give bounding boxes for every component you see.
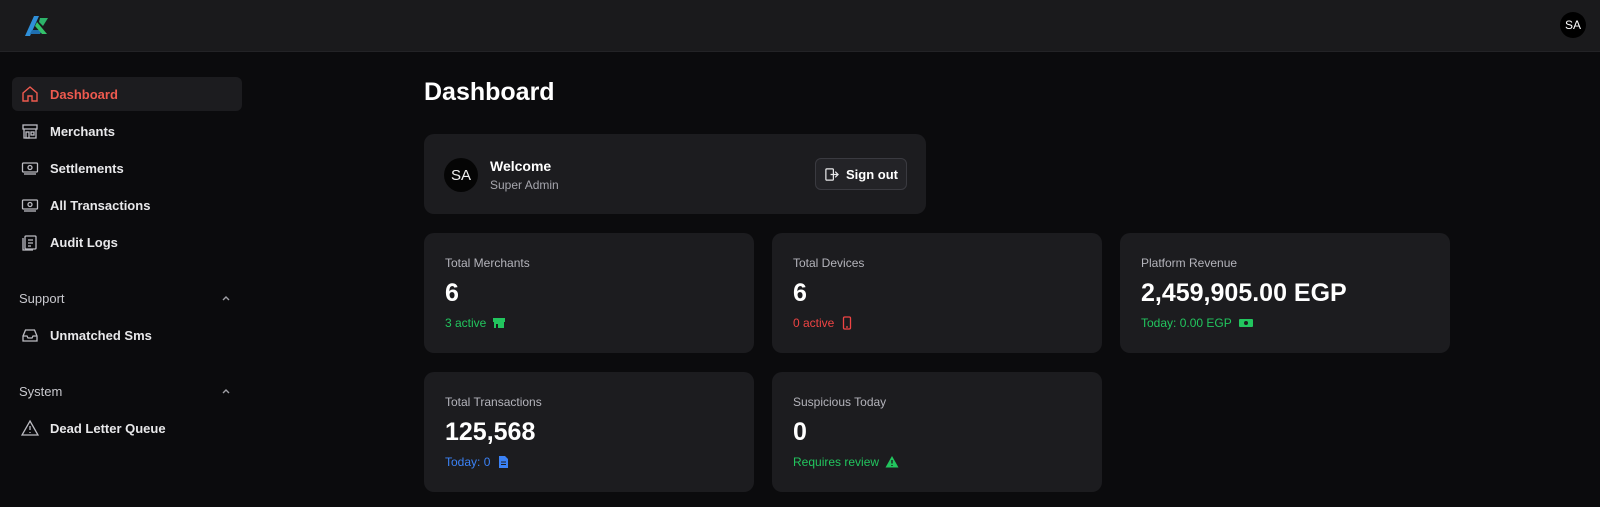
sign-out-icon <box>825 167 839 181</box>
stat-subtext-label: 3 active <box>445 316 487 330</box>
banknote-icon <box>21 196 39 214</box>
logo-icon[interactable] <box>22 12 50 40</box>
sidebar-item-dashboard[interactable]: Dashboard <box>12 77 242 111</box>
clipboard-icon <box>21 233 39 251</box>
section-system[interactable]: System <box>12 377 242 405</box>
sidebar-item-label: Settlements <box>50 160 124 176</box>
sign-out-label: Sign out <box>846 166 898 182</box>
sidebar-item-label: Dashboard <box>50 86 118 102</box>
avatar: SA <box>444 158 478 192</box>
stat-label: Total Devices <box>793 256 865 270</box>
user-role: Super Admin <box>490 178 559 192</box>
banknote-icon <box>1238 319 1253 327</box>
inbox-icon <box>21 326 39 344</box>
page-title: Dashboard <box>424 78 555 106</box>
welcome-title: Welcome <box>490 158 552 174</box>
sidebar-item-all-transactions[interactable]: All Transactions <box>12 188 242 222</box>
document-icon <box>499 456 509 468</box>
sidebar-item-label: Merchants <box>50 123 116 139</box>
stat-card-total-transactions: Total Transactions 125,568 Today: 0 <box>424 372 754 492</box>
sidebar-item-dead-letter-queue[interactable]: Dead Letter Queue <box>12 411 242 445</box>
stat-value: 2,459,905.00 EGP <box>1141 279 1347 307</box>
stat-subtext: Requires review <box>793 455 899 469</box>
sidebar-item-audit-logs[interactable]: Audit Logs <box>12 225 242 259</box>
stat-card-total-merchants: Total Merchants 6 3 active <box>424 233 754 353</box>
stat-subtext: 3 active <box>445 316 506 330</box>
stat-subtext: Today: 0 <box>445 455 510 469</box>
stat-card-total-devices: Total Devices 6 0 active <box>772 233 1102 353</box>
warning-icon <box>21 419 39 437</box>
stat-subtext: 0 active <box>793 316 854 330</box>
section-title: Support <box>19 290 65 306</box>
sidebar-item-label: Unmatched Sms <box>50 327 152 343</box>
banknote-icon <box>21 159 39 177</box>
stat-subtext-label: 0 active <box>793 316 835 330</box>
stat-value: 125,568 <box>445 418 536 446</box>
home-icon <box>21 85 39 103</box>
warning-icon <box>885 456 899 468</box>
chevron-up-icon <box>222 296 230 301</box>
stat-subtext-label: Today: 0.00 EGP <box>1141 316 1232 330</box>
stat-label: Suspicious Today <box>793 395 887 409</box>
stat-label: Total Transactions <box>445 395 542 409</box>
stat-value: 6 <box>793 279 807 307</box>
section-title: System <box>19 383 63 399</box>
stat-value: 0 <box>793 418 807 446</box>
sidebar-item-label: Dead Letter Queue <box>50 420 166 436</box>
stat-card-suspicious-today: Suspicious Today 0 Requires review <box>772 372 1102 492</box>
stat-value: 6 <box>445 279 459 307</box>
sidebar-item-merchants[interactable]: Merchants <box>12 114 242 148</box>
section-support[interactable]: Support <box>12 284 242 312</box>
welcome-card: SA Welcome Super Admin Sign out <box>424 134 926 214</box>
sign-out-button[interactable]: Sign out <box>815 158 907 190</box>
stat-card-platform-revenue: Platform Revenue 2,459,905.00 EGP Today:… <box>1120 233 1450 353</box>
stat-subtext: Today: 0.00 EGP <box>1141 316 1254 330</box>
phone-icon <box>843 316 852 330</box>
top-bar: SA <box>0 0 1600 52</box>
stat-subtext-label: Requires review <box>793 455 880 469</box>
stat-label: Platform Revenue <box>1141 256 1238 270</box>
store-icon <box>493 318 506 328</box>
chevron-up-icon <box>222 389 230 394</box>
sidebar-item-settlements[interactable]: Settlements <box>12 151 242 185</box>
store-icon <box>21 122 39 140</box>
sidebar-item-label: All Transactions <box>50 197 151 213</box>
sidebar-item-label: Audit Logs <box>50 234 118 250</box>
stat-label: Total Merchants <box>445 256 530 270</box>
user-avatar[interactable]: SA <box>1560 12 1586 38</box>
sidebar-item-unmatched-sms[interactable]: Unmatched Sms <box>12 318 242 352</box>
main-content: Dashboard <box>424 78 555 107</box>
sidebar: Dashboard Merchants Settlements All Tran… <box>12 77 242 448</box>
stat-subtext-label: Today: 0 <box>445 455 491 469</box>
